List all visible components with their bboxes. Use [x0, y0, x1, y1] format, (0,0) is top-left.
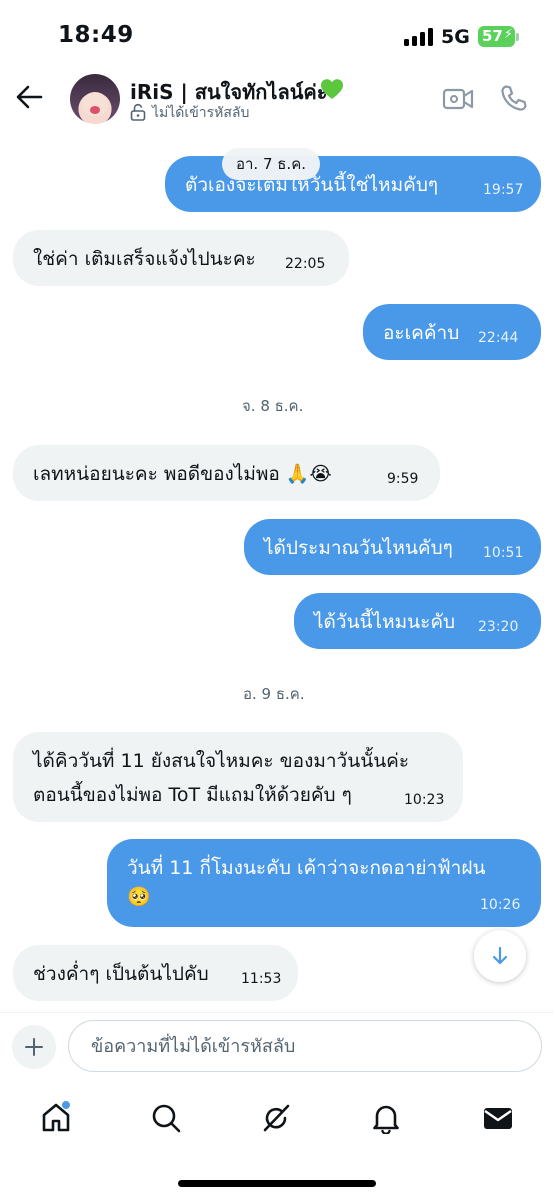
message-bubble-outgoing[interactable]: ได้วันนี้ไหมนะคับ 23:20: [294, 593, 541, 649]
message-time: 9:59: [387, 471, 419, 487]
bottom-tab-bar: [0, 1084, 554, 1200]
message-time: 22:44: [478, 330, 519, 346]
avatar-mouth: [90, 106, 100, 114]
green-heart-icon: [321, 79, 343, 99]
message-bubble-incoming[interactable]: ได้คิววันที่ 11 ยังสนใจไหมคะ ของมาวันนั้…: [13, 732, 463, 822]
message-text: ได้วันนี้ไหมนะคับ: [314, 611, 456, 633]
message-bubble-outgoing[interactable]: อะเคค้าบ 22:44: [363, 304, 541, 360]
tab-notifications[interactable]: [366, 1098, 406, 1138]
network-label: 5G: [441, 26, 470, 48]
home-indicator: [178, 1180, 376, 1187]
date-separator: จ. 8 ธ.ค.: [242, 397, 304, 415]
message-bubble-incoming[interactable]: ช่วงค่ำๆ เป็นต้นไปคับ 11:53: [13, 945, 298, 1001]
charging-bolt-icon: ⚡: [503, 27, 513, 42]
message-text-line-1: วันที่ 11 กี่โมงนะคับ เค้าว่าจะกดอาย่าฟ้…: [127, 857, 486, 879]
notification-dot: [61, 1100, 71, 1110]
message-time: 23:20: [478, 619, 519, 635]
message-text-line-2: 🥺: [127, 886, 151, 908]
message-bubble-incoming[interactable]: ใช่ค่า เติมเสร็จแจ้งไปนะคะ 22:05: [13, 230, 349, 286]
message-input[interactable]: [68, 1020, 542, 1072]
message-text: ได้ประมาณวันไหนคับๆ: [264, 537, 453, 559]
message-time: 10:23: [404, 792, 445, 808]
battery-tip: [516, 33, 519, 41]
message-time: 11:53: [241, 971, 282, 987]
message-bubble-incoming[interactable]: เลทหน่อยนะคะ พอดีของไม่พอ 🙏😭 9:59: [13, 445, 440, 501]
conversation-header: iRiS | สนใจทักไลน์ค่ะ ไม่ได้เข้ารหัสลับ: [0, 72, 554, 142]
plus-icon: [25, 1038, 43, 1056]
message-text: ใช่ค่า เติมเสร็จแจ้งไปนะคะ: [33, 248, 256, 270]
scroll-to-bottom-button[interactable]: [474, 930, 526, 982]
message-time: 19:57: [483, 182, 524, 198]
tab-search[interactable]: [146, 1098, 186, 1138]
message-bubble-outgoing[interactable]: ได้ประมาณวันไหนคับๆ 10:51: [244, 519, 541, 575]
encryption-label: ไม่ได้เข้ารหัสลับ: [152, 105, 250, 121]
unlocked-lock-icon: [130, 103, 146, 121]
date-separator: อ. 9 ธ.ค.: [243, 685, 305, 703]
message-time: 22:05: [285, 256, 326, 272]
message-time: 10:51: [483, 545, 524, 561]
avatar[interactable]: [70, 74, 120, 124]
signal-icon: [404, 28, 436, 46]
message-text: อะเคค้าบ: [383, 322, 460, 344]
battery-level: 57: [482, 27, 503, 45]
message-bubble-outgoing[interactable]: วันที่ 11 กี่โมงนะคับ เค้าว่าจะกดอาย่าฟ้…: [107, 839, 541, 927]
message-list[interactable]: ตัวเองจะเติมให้วันนี้ใช่ไหมคับๆ 19:57 อา…: [0, 142, 554, 1012]
tab-messages[interactable]: [478, 1098, 518, 1138]
tab-home[interactable]: [36, 1098, 76, 1138]
message-text: เลทหน่อยนะคะ พอดีของไม่พอ 🙏😭: [33, 463, 332, 485]
floating-date-label: อา. 7 ธ.ค.: [222, 148, 321, 180]
video-call-icon[interactable]: [442, 86, 474, 112]
phone-call-icon[interactable]: [500, 84, 528, 112]
arrow-down-icon: [492, 946, 508, 965]
message-text-line-2: ตอนนี้ของไม่พอ ToT มีแถมให้ด้วยคับ ๆ: [33, 784, 352, 806]
message-time: 10:26: [480, 897, 521, 913]
mail-icon: [484, 1108, 512, 1129]
battery-icon: 57 ⚡: [478, 26, 515, 47]
message-text: ช่วงค่ำๆ เป็นต้นไปคับ: [33, 963, 209, 985]
grok-icon: [263, 1104, 290, 1132]
back-arrow-icon[interactable]: [14, 82, 44, 112]
bell-icon: [373, 1105, 399, 1134]
status-time: 18:49: [58, 22, 134, 48]
tab-grok[interactable]: [256, 1098, 296, 1138]
message-composer: [0, 1012, 554, 1084]
message-text-line-1: ได้คิววันที่ 11 ยังสนใจไหมคะ ของมาวันนั้…: [33, 750, 410, 772]
search-icon: [152, 1104, 181, 1133]
add-attachment-button[interactable]: [12, 1025, 56, 1069]
status-bar: 18:49 5G 57 ⚡: [0, 0, 554, 72]
